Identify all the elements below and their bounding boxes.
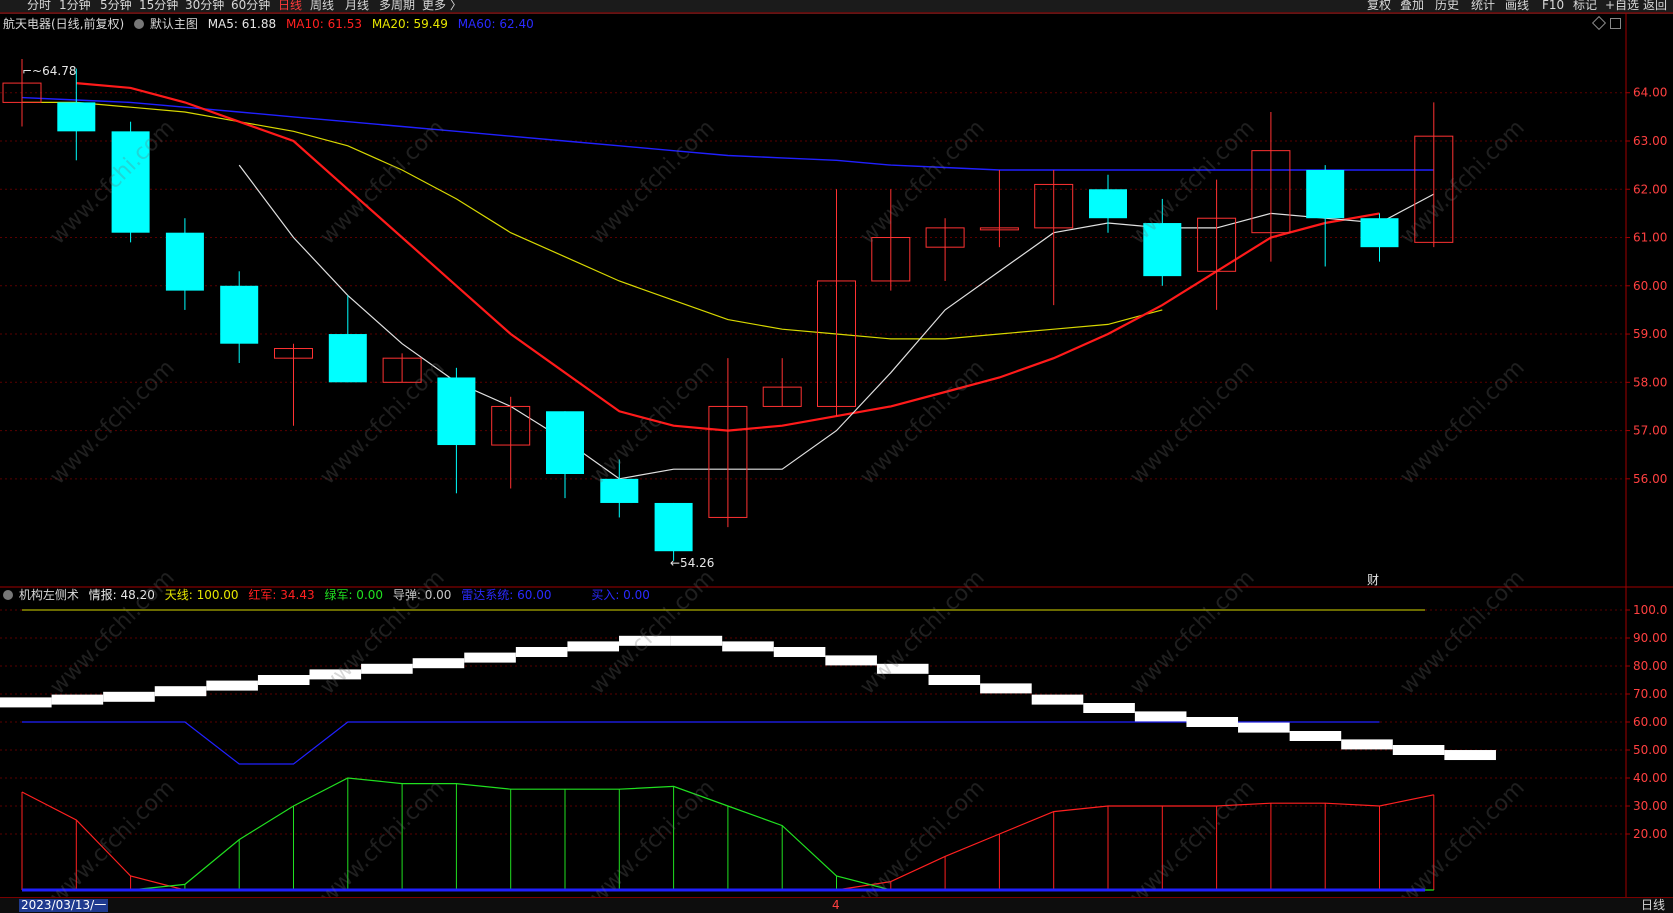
price-tick-label: 64.00	[1633, 86, 1667, 100]
indicator-tick-label: 90.00	[1633, 631, 1667, 645]
indicator-tick-label: 80.00	[1633, 659, 1667, 673]
intel-block	[1186, 717, 1239, 727]
cursor-date: 2023/03/13/一	[19, 898, 109, 912]
price-tick-label: 56.00	[1633, 472, 1667, 486]
indicator-tick-label: 40.00	[1633, 771, 1667, 785]
low-price-marker: ←54.26	[670, 556, 714, 570]
price-tick-label: 57.00	[1633, 424, 1667, 438]
candles-layer	[2, 58, 1454, 561]
indicator-tick-label: 50.00	[1633, 743, 1667, 757]
candle-down	[165, 232, 204, 291]
intel-block	[309, 669, 362, 680]
intel-block	[1238, 722, 1290, 733]
period-label[interactable]: 日线	[1641, 898, 1665, 912]
intel-block	[154, 686, 207, 697]
price-tick-label: 59.00	[1633, 327, 1667, 341]
candle-down	[437, 377, 476, 446]
intel-block	[670, 635, 723, 646]
finance-marker: 财	[1367, 573, 1379, 587]
indicator-tick-label: 70.00	[1633, 687, 1667, 701]
intel-block	[103, 691, 155, 702]
intel-block	[1392, 745, 1445, 755]
intel-block	[567, 641, 620, 652]
candle-down	[546, 411, 584, 474]
month-marker: 4	[832, 898, 840, 912]
intel-block	[51, 694, 104, 705]
chart-grid	[0, 92, 1626, 835]
candle-down	[1360, 218, 1399, 248]
intel-block	[825, 655, 877, 666]
ma60-line	[21, 96, 1434, 171]
intel-block	[257, 675, 310, 685]
price-tick-label: 62.00	[1633, 182, 1667, 196]
intel-block	[1134, 711, 1187, 722]
intel-block	[722, 641, 774, 652]
candle-down	[57, 102, 96, 132]
high-price-marker: ⌐~64.78	[22, 64, 76, 78]
candle-down	[654, 502, 693, 552]
intel-block	[928, 675, 981, 685]
indicator-tick-label: 30.00	[1633, 799, 1667, 813]
candle-down	[328, 334, 367, 383]
candle-down	[1143, 223, 1182, 277]
indicator-tick-label: 100.0	[1633, 603, 1667, 617]
candle-down	[220, 285, 259, 344]
intel-block	[1444, 750, 1496, 761]
candle-down	[600, 478, 639, 503]
intel-block	[876, 663, 929, 674]
intel-block	[206, 680, 258, 691]
indicator-tick-label: 20.00	[1633, 827, 1667, 841]
intel-block	[412, 658, 465, 669]
intel-block	[515, 647, 568, 657]
candle-down	[1089, 189, 1127, 219]
intel-block	[980, 683, 1032, 694]
axis-labels: 64.00 63.00 62.00 61.00 60.00 59.00 58.00 57.00…	[1633, 86, 1667, 841]
stock-chart[interactable]: 64.00 63.00 62.00 61.00 60.00 59.00 58.00 57.00…	[0, 0, 1673, 897]
indicator-tick-label: 60.00	[1633, 715, 1667, 729]
intel-block	[0, 697, 52, 708]
candle-down	[1306, 169, 1345, 219]
ma20-line	[22, 101, 1163, 340]
intel-block	[619, 635, 671, 646]
intel-block	[1083, 703, 1135, 713]
price-tick-label: 61.00	[1633, 231, 1667, 245]
price-tick-label: 58.00	[1633, 375, 1667, 389]
intel-block	[1289, 731, 1342, 741]
price-tick-label: 60.00	[1633, 279, 1667, 293]
intel-block	[464, 652, 516, 663]
radar-line	[22, 721, 1380, 765]
intel-block	[1031, 694, 1084, 705]
intel-block	[361, 663, 413, 674]
intel-block	[1341, 739, 1393, 750]
intel-block	[773, 647, 826, 657]
time-axis-bar: 2023/03/13/一 4 日线	[0, 897, 1673, 913]
price-tick-label: 63.00	[1633, 134, 1667, 148]
candle-down	[111, 131, 150, 233]
